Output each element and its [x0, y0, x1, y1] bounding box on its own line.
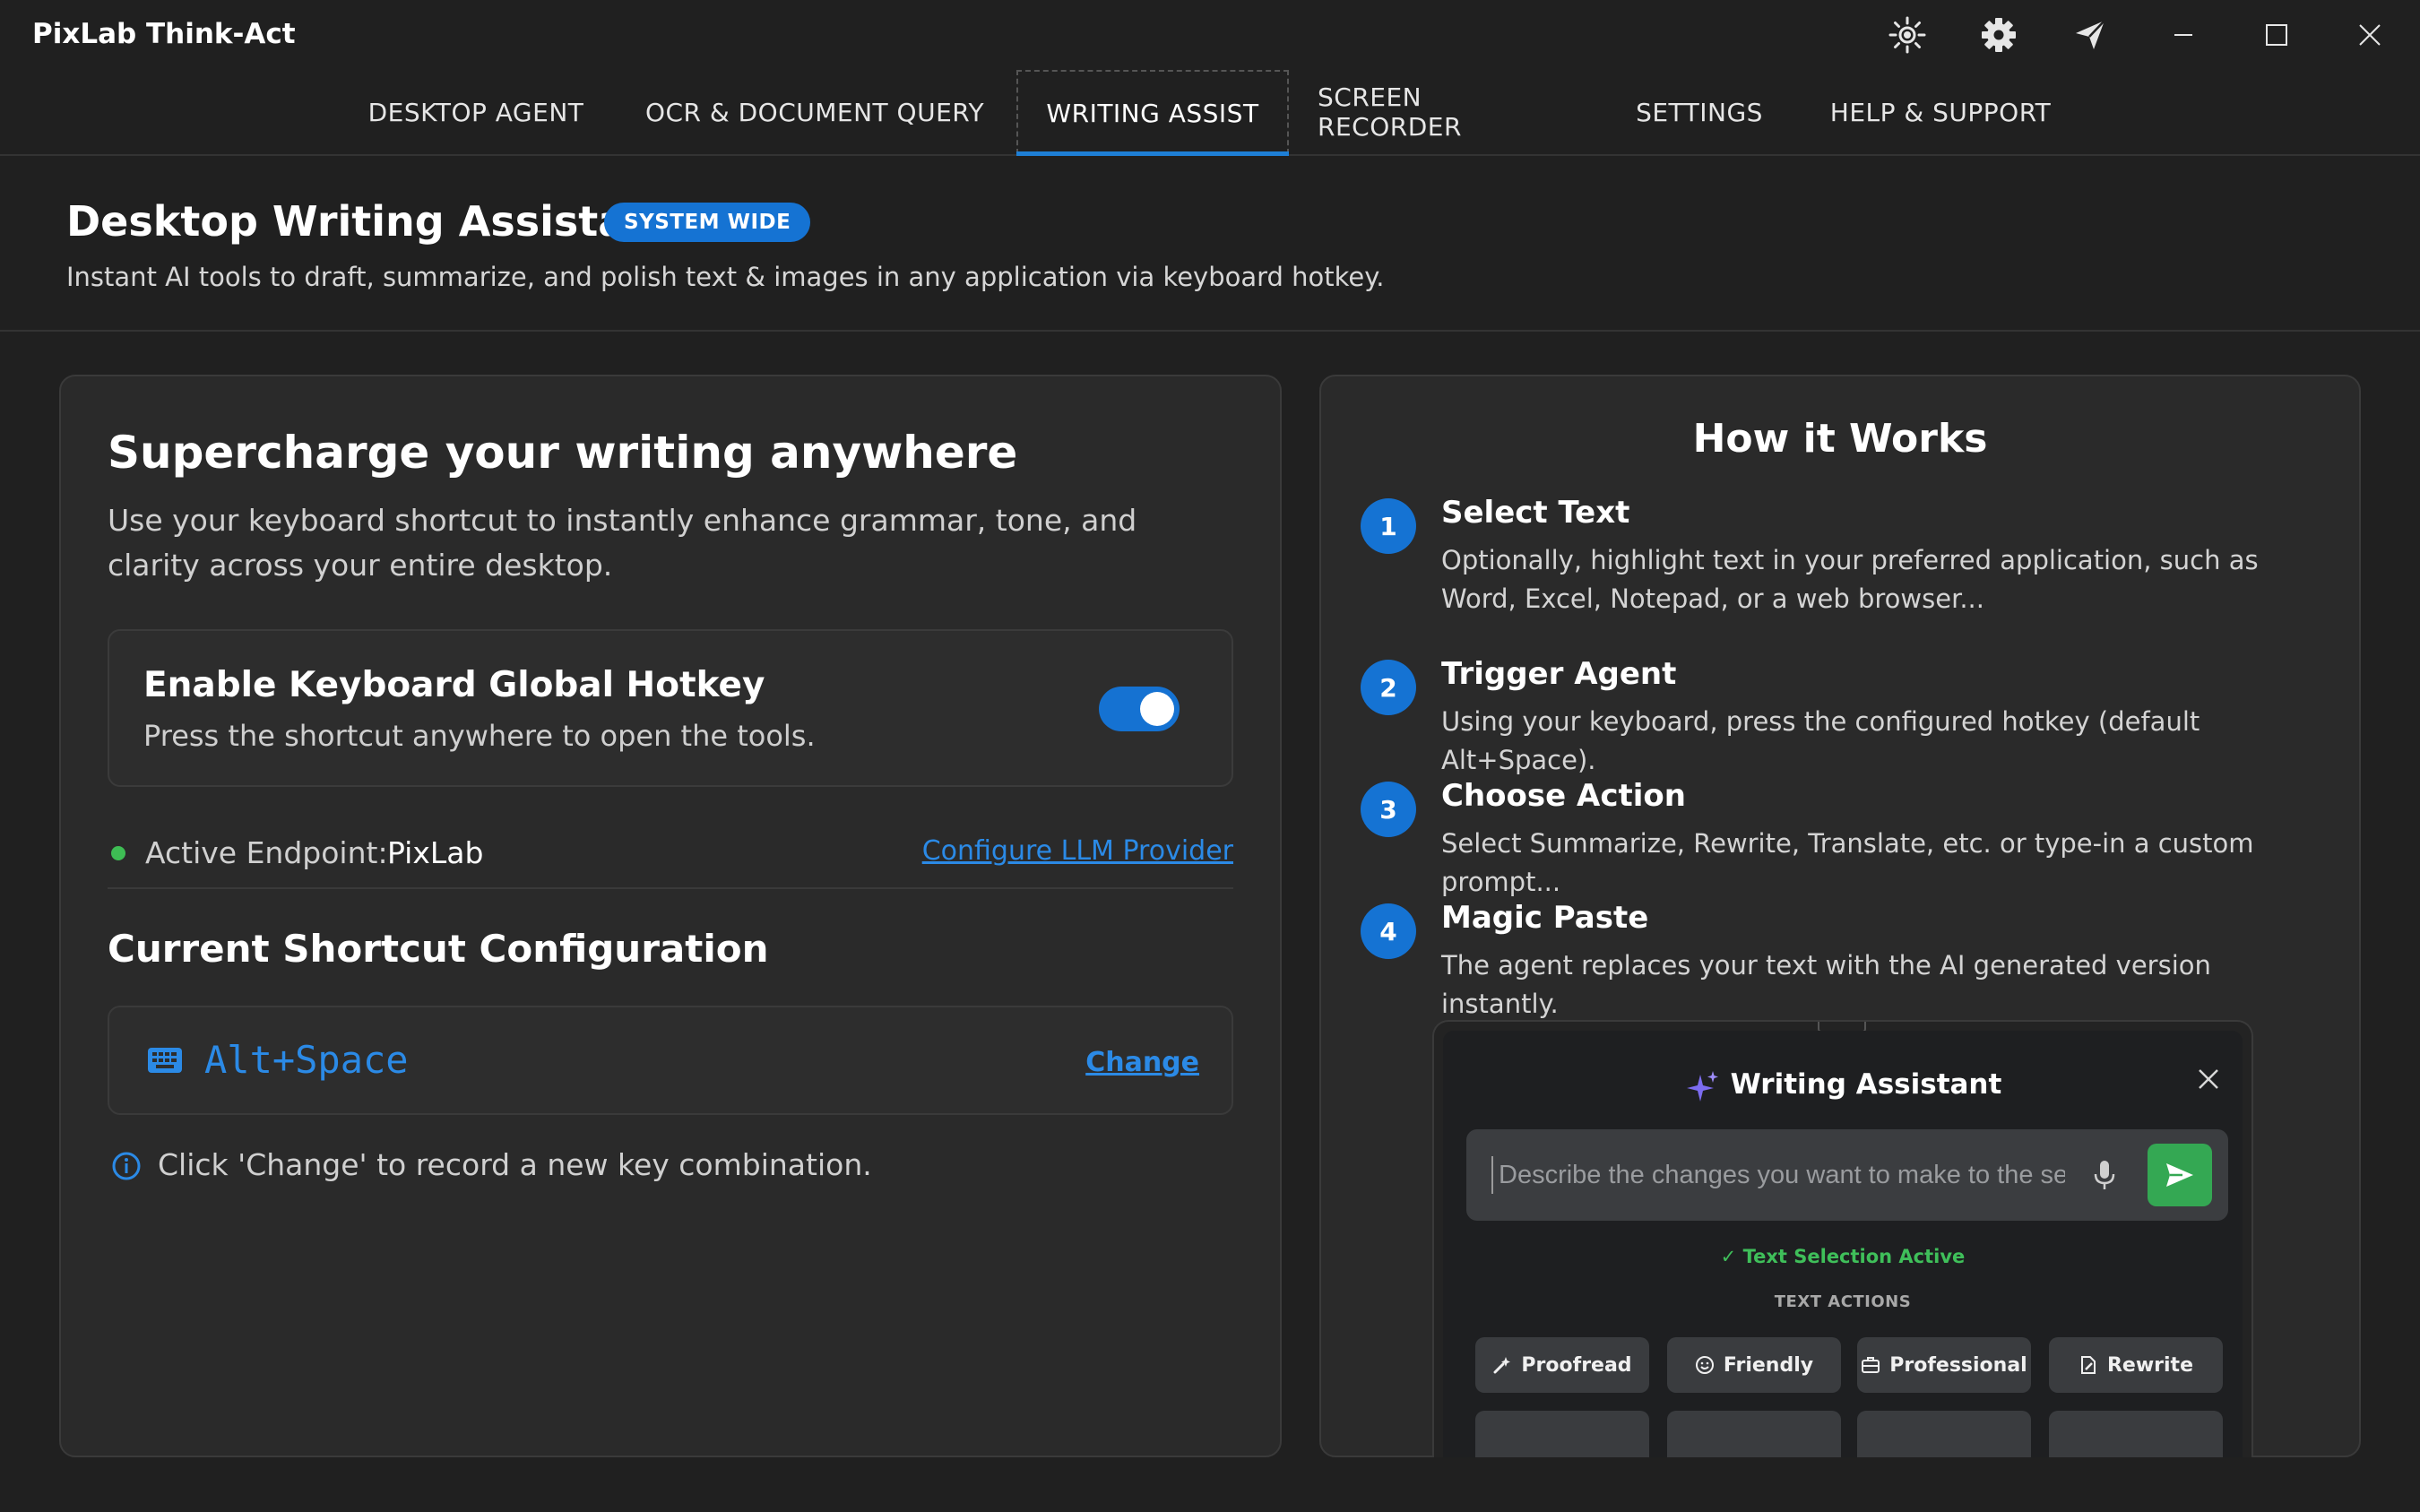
toggle-knob [1140, 692, 1174, 726]
theme-toggle-button[interactable] [1882, 13, 1932, 57]
section-divider [108, 887, 1233, 889]
change-shortcut-link[interactable]: Change [1085, 1047, 1199, 1078]
text-actions-label: TEXT ACTIONS [1774, 1292, 1912, 1311]
action-label: Proofread [1521, 1353, 1632, 1377]
action-button-placeholder[interactable] [1667, 1411, 1841, 1457]
action-label: Professional [1889, 1353, 2027, 1377]
how-it-works-card: How it Works 1 Select Text Optionally, h… [1319, 375, 2361, 1457]
friendly-button[interactable]: Friendly [1667, 1337, 1841, 1393]
shortcut-hint: Click 'Change' to record a new key combi… [108, 1142, 1233, 1187]
hotkey-setting-title: Enable Keyboard Global Hotkey [143, 665, 765, 705]
main-tabs: DESKTOP AGENT OCR & DOCUMENT QUERY WRITI… [0, 68, 2420, 156]
hotkey-toggle[interactable] [1099, 687, 1180, 731]
prompt-input[interactable] [1491, 1156, 2065, 1194]
prompt-input-box [1466, 1129, 2228, 1221]
close-window-button[interactable] [2345, 13, 2395, 57]
app-title: PixLab Think-Act [32, 18, 296, 50]
tab-settings[interactable]: SETTINGS [1604, 70, 1794, 154]
shortcut-display: Alt+Space Change [108, 1006, 1233, 1115]
sparkle-wand-icon [1493, 1357, 1511, 1374]
page-title: Desktop Writing Assistant [66, 197, 675, 246]
hotkey-setting: Enable Keyboard Global Hotkey Press the … [108, 629, 1233, 787]
minimize-icon [2174, 34, 2192, 36]
shortcut-section-title: Current Shortcut Configuration [108, 927, 769, 971]
step-number: 3 [1361, 782, 1416, 837]
settings-button[interactable] [1974, 13, 2024, 57]
configure-llm-provider-link[interactable]: Configure LLM Provider [922, 835, 1233, 867]
action-label: Friendly [1723, 1353, 1814, 1377]
rewrite-button[interactable]: Rewrite [2049, 1337, 2223, 1393]
action-button-placeholder[interactable] [1857, 1411, 2031, 1457]
tab-help-support[interactable]: HELP & SUPPORT [1819, 70, 2061, 154]
system-wide-badge: SYSTEM WIDE [604, 203, 811, 242]
step-description: The agent replaces your text with the AI… [1441, 950, 2211, 1019]
step-title: Choose Action [1441, 778, 1686, 814]
shortcut-hint-text: Click 'Change' to record a new key combi… [158, 1147, 872, 1182]
endpoint-status-dot [111, 846, 125, 860]
close-icon [2359, 24, 2381, 46]
page-subtitle: Instant AI tools to draft, summarize, an… [66, 262, 1385, 292]
preview-title: Writing Assistant [1443, 1068, 2243, 1103]
shortcut-value: Alt+Space [204, 1038, 409, 1082]
step-title: Magic Paste [1441, 900, 1649, 936]
maximize-button[interactable] [2251, 13, 2302, 57]
paper-plane-icon [2076, 20, 2105, 49]
gear-icon [1982, 18, 2016, 52]
card-title: Supercharge your writing anywhere [108, 427, 1018, 479]
action-label: Rewrite [2106, 1353, 2193, 1377]
tab-writing-assist[interactable]: WRITING ASSIST [1016, 70, 1289, 156]
how-it-works-title: How it Works [1692, 416, 1988, 462]
writing-assistant-preview: Writing Assistant Describe the changes y… [1432, 1020, 2253, 1457]
proofread-button[interactable]: Proofread [1475, 1337, 1649, 1393]
step-title: Select Text [1441, 495, 1630, 531]
tab-desktop-agent[interactable]: DESKTOP AGENT [359, 70, 593, 154]
professional-button[interactable]: Professional [1857, 1337, 2031, 1393]
step-number: 2 [1361, 660, 1416, 715]
info-icon [112, 1152, 141, 1180]
microphone-icon[interactable] [2092, 1158, 2117, 1192]
preview-window: Writing Assistant Describe the changes y… [1443, 1031, 2243, 1457]
step-description: Select Summarize, Rewrite, Translate, et… [1441, 828, 2254, 897]
step-number: 4 [1361, 903, 1416, 959]
page-header: Desktop Writing Assistant SYSTEM WIDE In… [0, 158, 2420, 332]
close-icon[interactable] [2196, 1067, 2221, 1092]
step-title: Trigger Agent [1441, 656, 1677, 692]
tab-screen-recorder[interactable]: SCREEN RECORDER [1318, 70, 1574, 154]
writing-settings-card: Supercharge your writing anywhere Use yo… [59, 375, 1282, 1457]
maximize-icon [2266, 24, 2287, 46]
step-number: 1 [1361, 498, 1416, 554]
step-description: Using your keyboard, press the configure… [1441, 706, 2200, 775]
smiley-icon [1695, 1356, 1714, 1374]
send-button[interactable] [2148, 1144, 2212, 1206]
preview-title-text: Writing Assistant [1730, 1068, 2002, 1101]
send-feedback-button[interactable] [2065, 13, 2115, 57]
tab-ocr-document-query[interactable]: OCR & DOCUMENT QUERY [640, 70, 990, 154]
card-description: Use your keyboard shortcut to instantly … [108, 503, 1137, 583]
action-button-placeholder[interactable] [1475, 1411, 1649, 1457]
briefcase-icon [1862, 1357, 1880, 1373]
document-edit-icon [2080, 1356, 2096, 1374]
theme-sun-icon [1888, 16, 1926, 54]
endpoint-value: PixLab [387, 835, 484, 870]
endpoint-label: Active Endpoint: [145, 835, 388, 870]
send-arrow-icon [2166, 1163, 2193, 1187]
sparkle-icon [1686, 1070, 1718, 1102]
active-endpoint-row: Active Endpoint: PixLab Configure LLM Pr… [108, 825, 1233, 878]
title-bar: PixLab Think-Act [0, 0, 2420, 68]
step-description: Optionally, highlight text in your prefe… [1441, 545, 2259, 614]
selection-status: ✓ Text Selection Active [1720, 1246, 1966, 1267]
keyboard-icon [148, 1048, 182, 1073]
minimize-button[interactable] [2158, 13, 2208, 57]
action-button-placeholder[interactable] [2049, 1411, 2223, 1457]
hotkey-setting-description: Press the shortcut anywhere to open the … [143, 719, 816, 753]
